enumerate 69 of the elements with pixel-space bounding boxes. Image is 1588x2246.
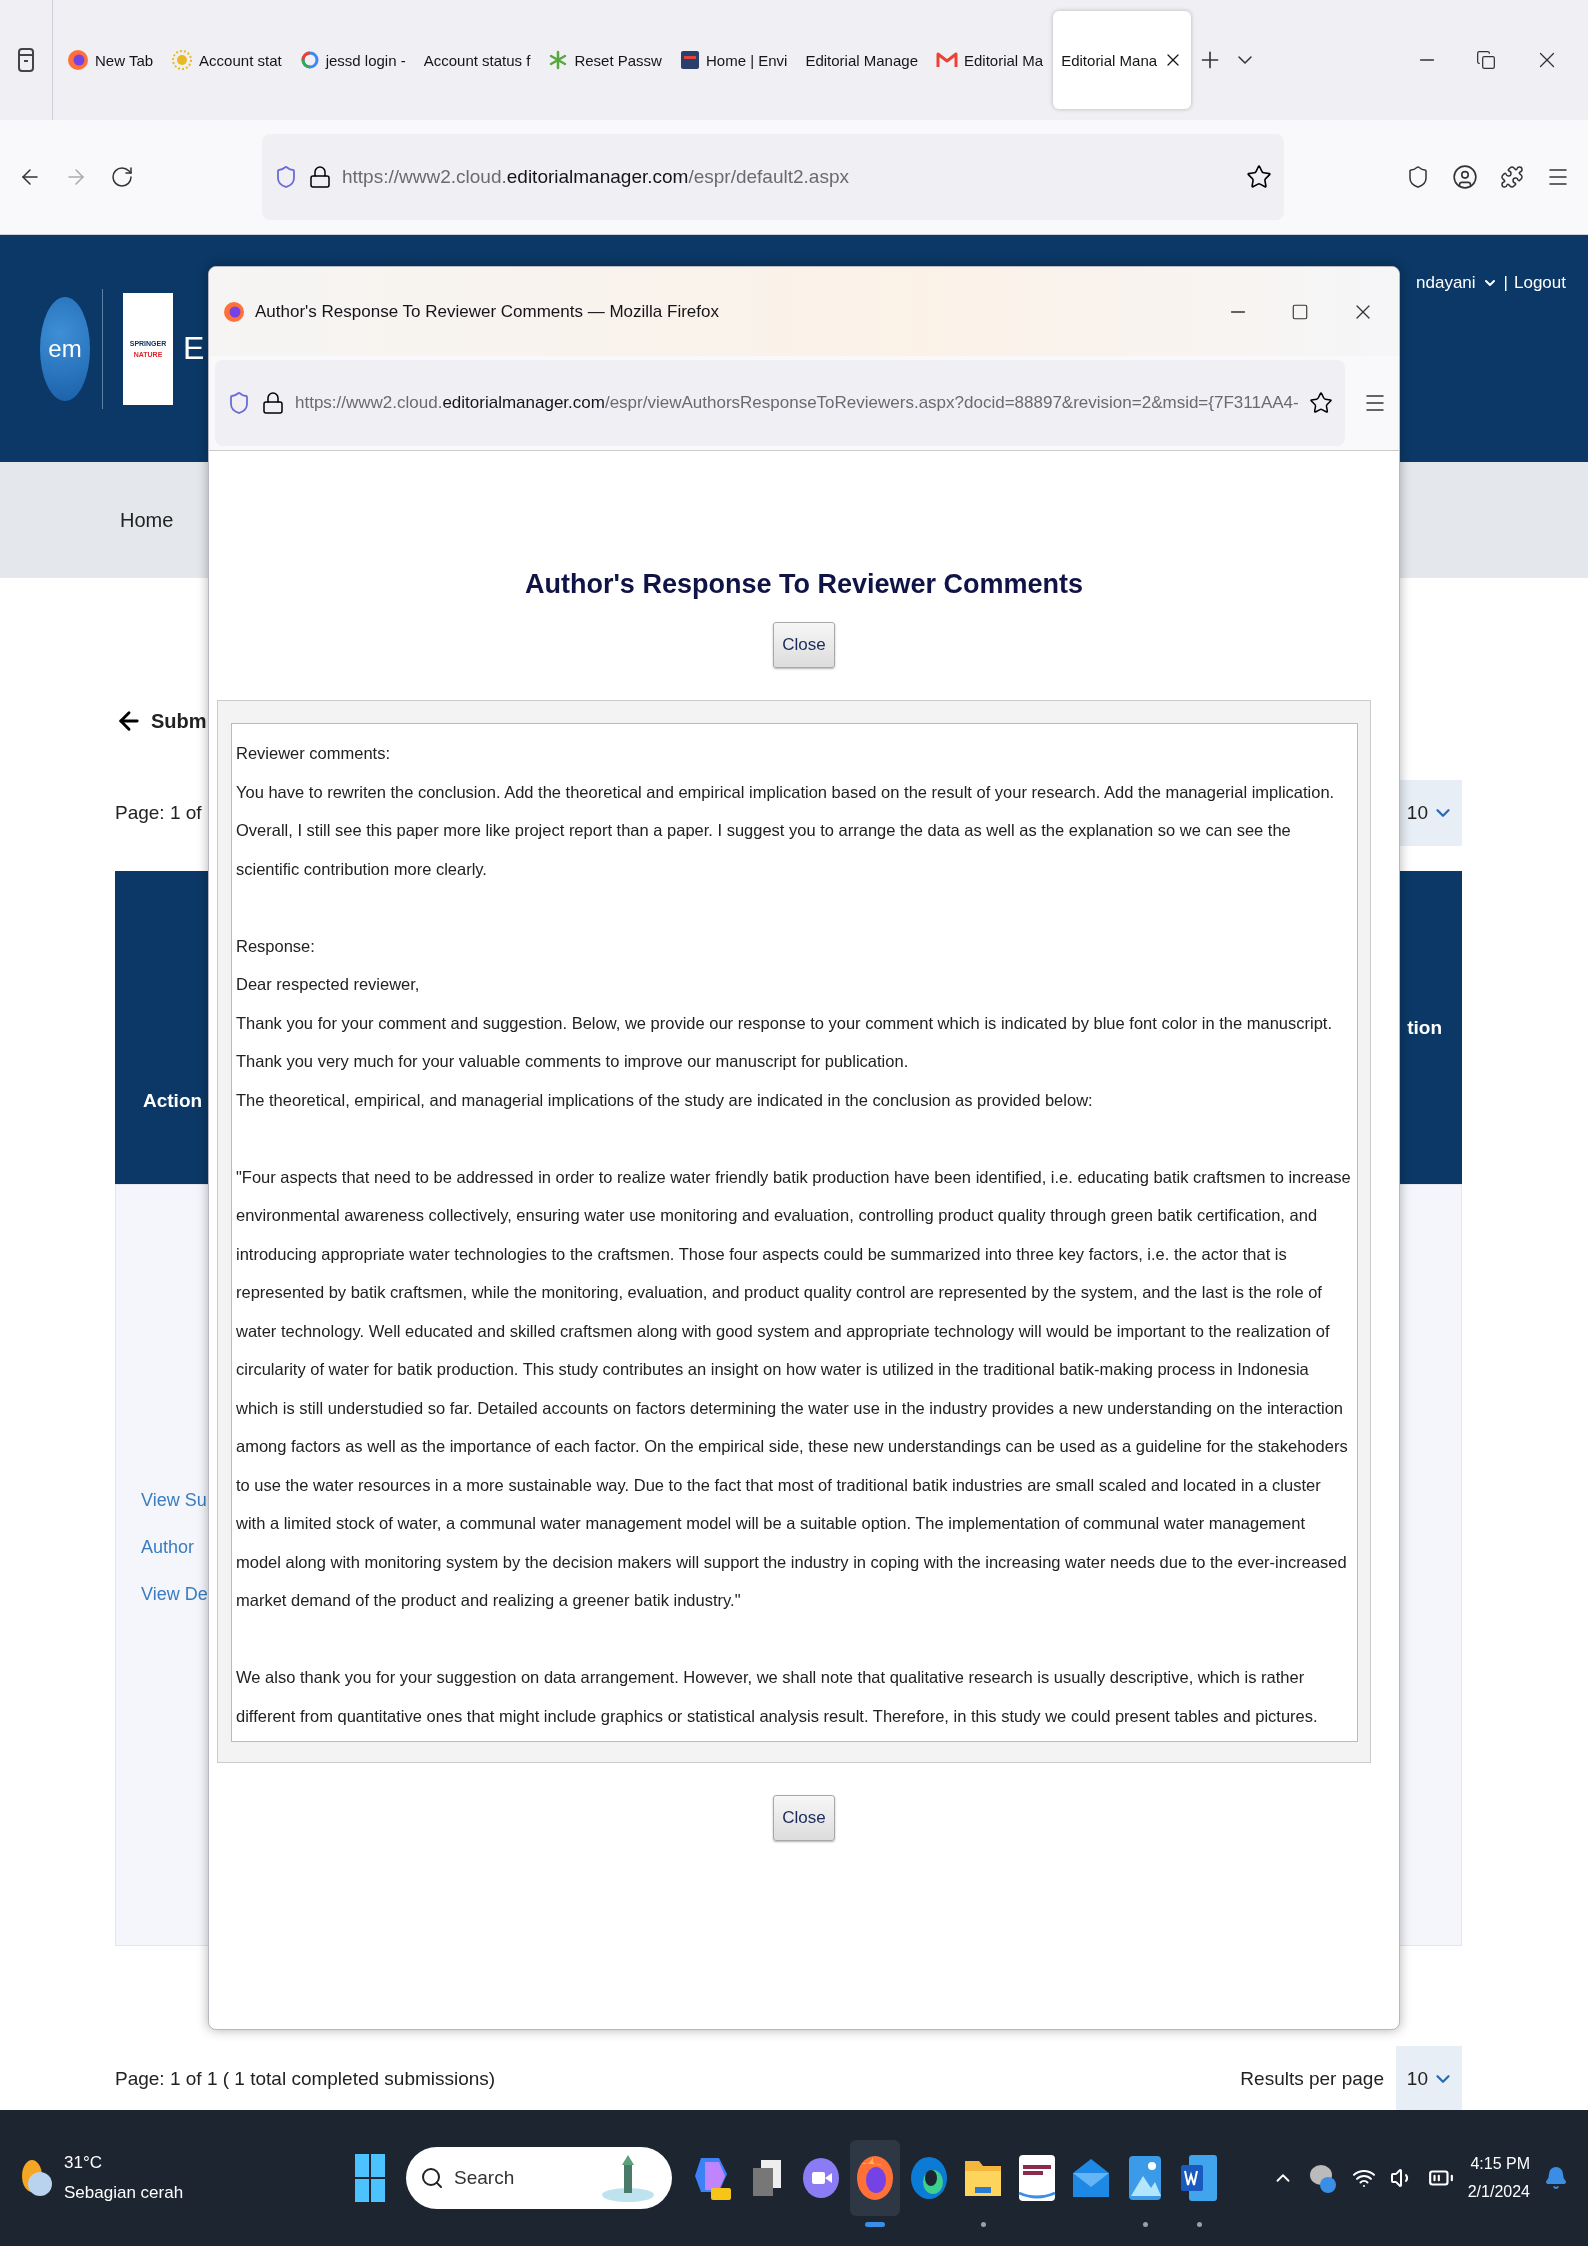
firefox-icon <box>855 2153 895 2203</box>
notification-icon[interactable] <box>1544 2166 1568 2190</box>
site-title: E <box>183 330 205 367</box>
close-button[interactable]: Close <box>773 1795 835 1841</box>
tower-icon <box>600 2153 656 2203</box>
window-title: Author's Response To Reviewer Comments — Mozilla Firefox <box>255 301 719 322</box>
comment-text: Thank you for your comment and suggestion. Below, we provide our response to your comment which is indicated by blue font color in the manuscript. <box>236 1012 1333 1034</box>
firefox-icon <box>223 299 245 324</box>
browser-tab[interactable]: New Tab <box>59 11 162 109</box>
logo-icon <box>679 48 700 72</box>
browser-tab[interactable]: Home | Envi <box>671 11 796 109</box>
comment-text: Dear respected reviewer, <box>236 974 421 995</box>
lock-icon <box>261 391 285 415</box>
em-logo: em <box>40 296 90 401</box>
browser-tab[interactable]: Editorial Ma <box>928 11 1052 109</box>
sun-icon <box>171 48 194 72</box>
nav-link[interactable]: Home <box>120 508 174 532</box>
shield-icon <box>227 391 251 415</box>
comment-text: "Four aspects that need to be addressed in order to realize water friendly batik production have been identified, i.e. educating batik craftsmen to increase environmental awareness collectively, ensuring water use monitoring and evaluation, controlling product quality through green batik certification, and introducing appropriate water technologies to the craftsmen. Those four aspects could be summarized into three key factors, i.e. the actor that is represented by batik craftsmen, while the monitoring, evaluation, and product quality control are represented by the system, and the last is the role of water technology. Well educated and skilled craftsmen along with good system and appropriate technology will would be important to the realization of circularity of water for batik production. This study contributes an insight on how water is utilized in the traditional batik-making process in Indonesia which is still understudied so far. Detailed accounts on factors determining the water use in the industry provides a new understanding on the interaction among factors as well as the importance of each factor. On the empirical side, these new understandings can be used as a guideline for the stakehoders to use the water resources in a more sustainable way. Due to the fact that most of traditional batik industries are small scaled and located in a cluster with a limited stock of water, a communal water management model will be a suitable option. The implementation of communal water management model along with monitoring system by the decision makers will support the industry in coping with the increasing water needs due to the ever-increased market demand of the product and realizing a greener batik industry." <box>236 1166 1352 1611</box>
shield-icon <box>274 165 298 189</box>
temperature-text: 31°C <box>64 2153 103 2173</box>
dialog-heading: Author's Response To Reviewer Comments <box>524 569 1083 600</box>
comment-text: The theoretical, empirical, and managerial implications of the study are indicated in the conclusion as provided below: <box>236 1089 1094 1111</box>
reload-icon[interactable] <box>110 165 134 189</box>
clock[interactable]: 4:15 PM 2/1/2024 <box>1467 2155 1530 2201</box>
comment-text: Response: <box>236 935 316 957</box>
separator-text: | <box>1503 273 1508 293</box>
url-text: https://www2.cloud.editorialmanager.com/espr/viewAuthorsResponseToReviewers.aspx?docid=88897&revision=2&msid={7F311AA4- <box>295 393 1299 413</box>
puzzle-icon[interactable] <box>1500 165 1524 189</box>
browser-tab[interactable]: Editorial Manage <box>797 11 926 109</box>
browser-tab[interactable]: Account status f <box>415 11 539 109</box>
video-icon <box>801 2156 841 2200</box>
browser-tab[interactable]: Reset Passw <box>540 11 670 109</box>
weather-text: Sebagian cerah <box>64 2183 184 2203</box>
app-icon <box>1017 2153 1057 2203</box>
comment-text: Thank you very much for your valuable comments to improve our manuscript for publication. <box>236 1051 910 1072</box>
asterisk-icon <box>548 48 569 72</box>
browser-tab[interactable]: jessd login - <box>291 11 414 109</box>
close-button[interactable]: Close <box>773 622 835 668</box>
shield-icon[interactable] <box>1406 165 1430 189</box>
edge-icon <box>909 2154 949 2202</box>
account-icon[interactable] <box>1452 164 1478 190</box>
word-icon <box>1179 2153 1219 2203</box>
column-header: tion <box>1407 1016 1442 1039</box>
column-header: Action <box>143 1090 203 1112</box>
url-text: https://www2.cloud.editorialmanager.com/espr/default2.aspx <box>342 166 850 188</box>
address-field[interactable]: https://www2.cloud.editorialmanager.com/espr/default2.aspx <box>262 134 1284 220</box>
search-icon[interactable] <box>420 2166 444 2190</box>
lock-icon <box>308 165 332 189</box>
comment-text: Reviewer comments: <box>236 743 392 764</box>
per-page-label: Results per page <box>1240 2068 1384 2090</box>
tab-list-icon[interactable] <box>17 47 35 73</box>
maximize-icon[interactable] <box>1291 302 1309 321</box>
user-menu[interactable]: ndayani <box>1416 273 1476 293</box>
per-page-select[interactable]: 10 <box>1396 2046 1462 2110</box>
firefox-icon <box>67 48 89 72</box>
page-count: Page: 1 of <box>115 802 202 824</box>
restore-icon[interactable] <box>1476 50 1496 70</box>
page-count: Page: 1 of 1 ( 1 total completed submissions) <box>115 2068 496 2090</box>
logout-link[interactable]: Logout <box>1514 273 1566 293</box>
browser-tab[interactable]: Account stat <box>163 11 290 109</box>
comment-text: We also thank you for your suggestion on data arrangement. However, we shall note that qualitative research is usually descriptive, which is rather different from quantitative ones that might include graphics or statistical analysis result. Therefore, in this study we could present tables and pictures. <box>236 1667 1319 1727</box>
address-field[interactable]: https://www2.cloud.editorialmanager.com/espr/viewAuthorsResponseToReviewers.aspx?docid=88897&revision=2&msid={7F311AA4- <box>215 360 1345 446</box>
browser-tab[interactable]: Editorial Mana <box>1053 11 1192 109</box>
page-title: Subm <box>151 709 207 733</box>
star-icon[interactable] <box>1246 164 1272 190</box>
comment-text: You have to rewriten the conclusion. Add the theoretical and empirical implication based on the result of your research. Add the managerial implication. Overall, I still see this paper more like project report than a paper. I suggest you to arrange the data as well as the explanation so we can see the scientific contribution more clearly. <box>236 781 1336 880</box>
photos-icon <box>1127 2154 1163 2202</box>
star-icon[interactable] <box>1308 391 1333 415</box>
